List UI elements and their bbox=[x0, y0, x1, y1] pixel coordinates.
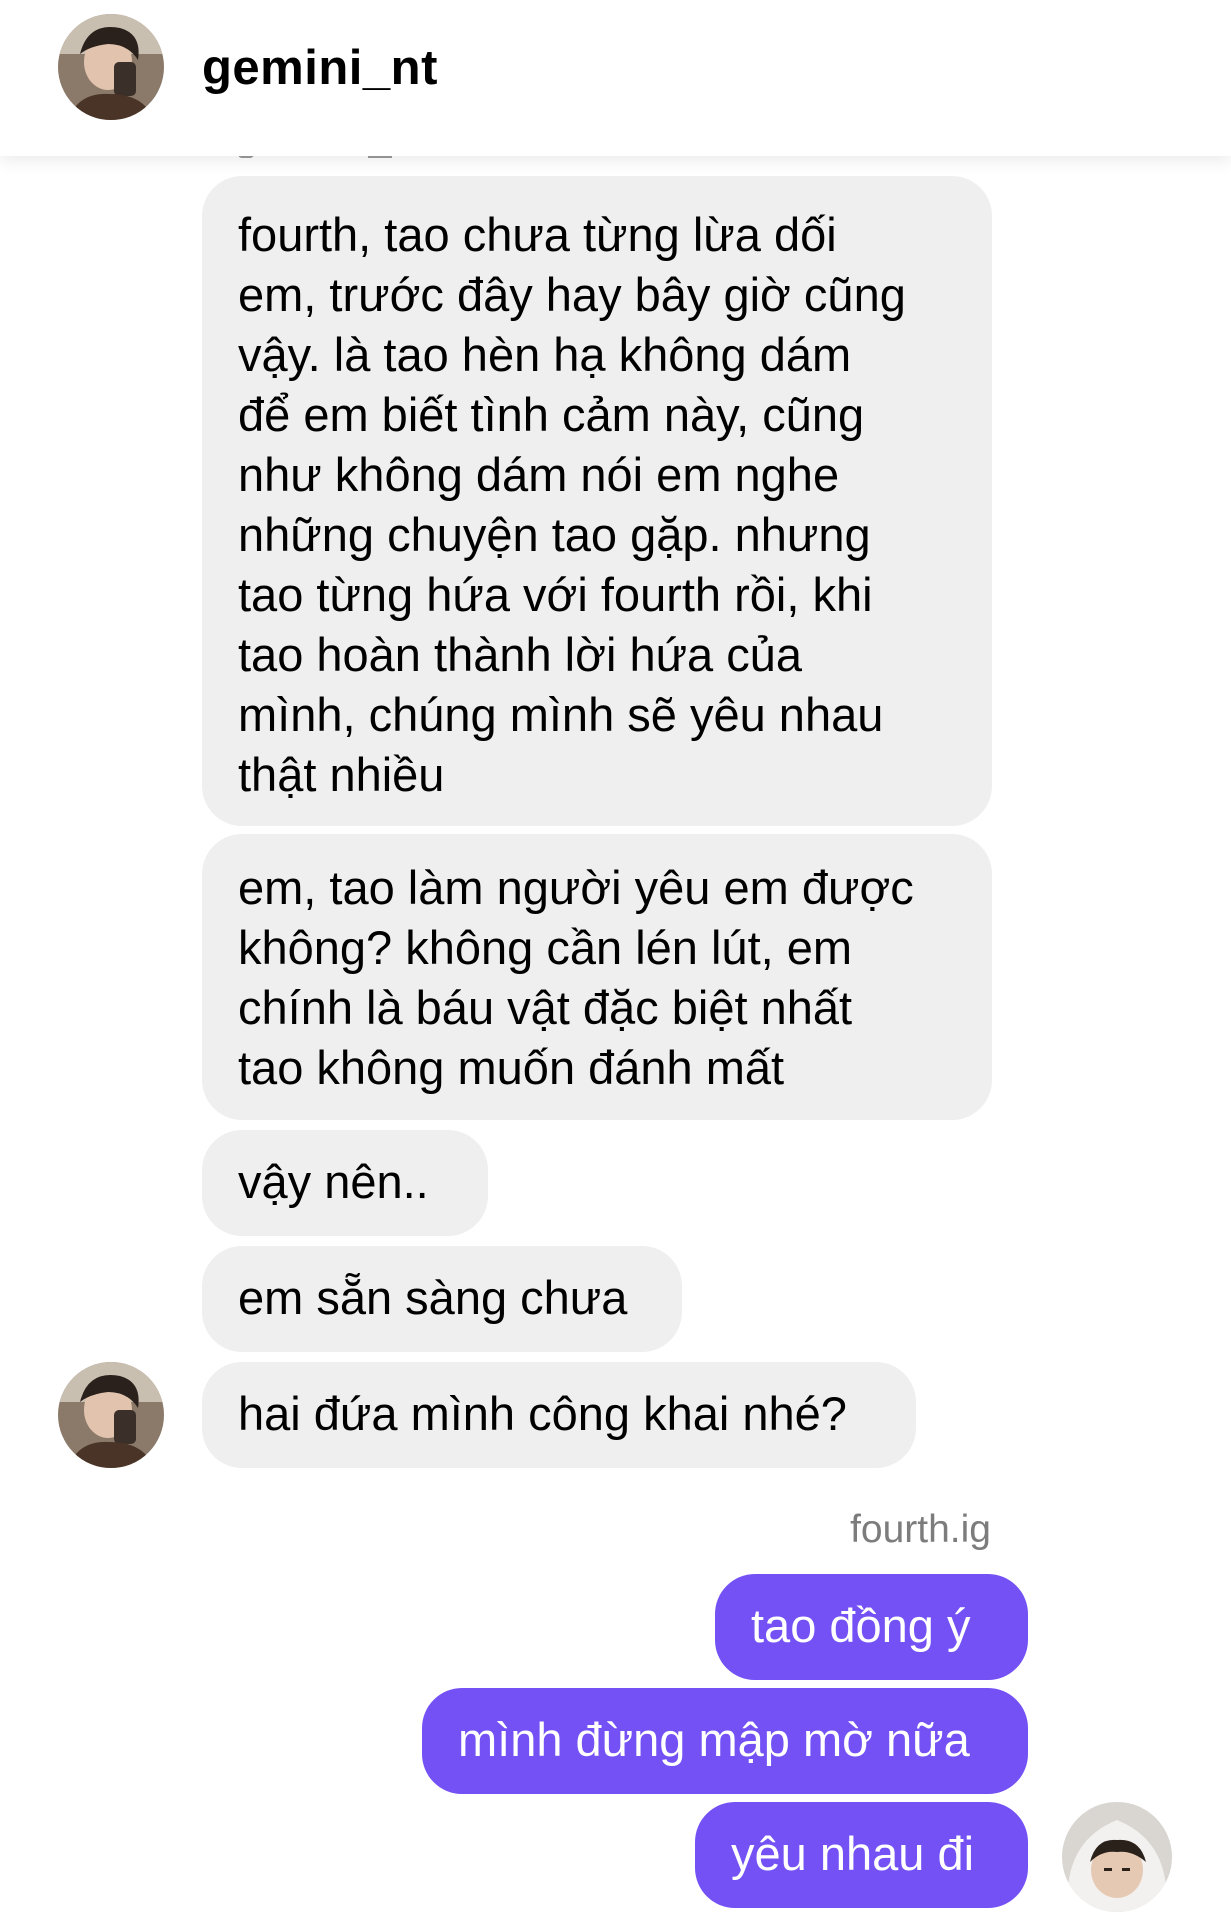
message-bubble-incoming[interactable]: em sẵn sàng chưa bbox=[202, 1246, 682, 1352]
message-bubble-outgoing[interactable]: mình đừng mập mờ nữa bbox=[422, 1688, 1028, 1794]
hooded-profile-icon bbox=[1062, 1802, 1172, 1912]
message-bubble-incoming[interactable]: fourth, tao chưa từng lừa dối em, trước … bbox=[202, 176, 992, 826]
message-bubble-incoming[interactable]: hai đứa mình công khai nhé? bbox=[202, 1362, 916, 1468]
header-avatar[interactable] bbox=[58, 14, 164, 120]
message-bubble-outgoing[interactable]: tao đồng ý bbox=[715, 1574, 1028, 1680]
reply-avatar[interactable] bbox=[1062, 1802, 1172, 1912]
message-bubble-outgoing[interactable]: yêu nhau đi bbox=[695, 1802, 1028, 1908]
reply-sender-label: fourth.ig bbox=[850, 1508, 991, 1551]
chat-header: gemini_nt bbox=[0, 0, 1231, 156]
profile-photo-icon bbox=[58, 14, 164, 120]
chat-username[interactable]: gemini_nt bbox=[202, 40, 438, 96]
profile-photo-icon bbox=[58, 1362, 164, 1468]
message-bubble-incoming[interactable]: em, tao làm người yêu em được không? khô… bbox=[202, 834, 992, 1120]
sender-avatar[interactable] bbox=[58, 1362, 164, 1468]
message-bubble-incoming[interactable]: vậy nên.. bbox=[202, 1130, 488, 1236]
